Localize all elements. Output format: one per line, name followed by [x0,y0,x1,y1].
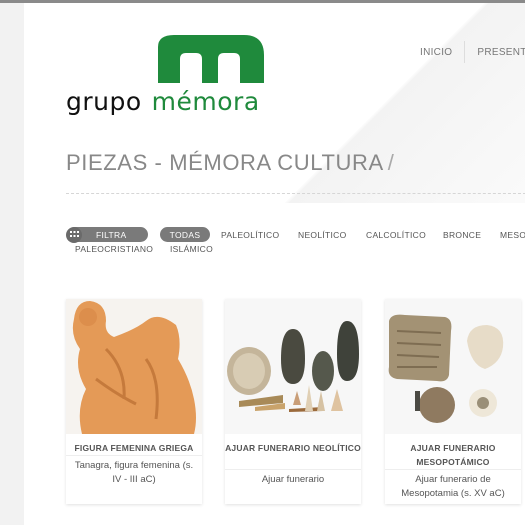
filtra-button[interactable]: FILTRA [66,226,148,243]
piece-image-ajuar-mesopotamico[interactable] [385,299,521,434]
filter-islamico[interactable]: ISLÁMICO [170,244,213,254]
piece-name[interactable]: FIGURA FEMENINA GRIEGA [66,441,202,455]
piece-image-ajuar-neolitico[interactable] [225,299,361,434]
page-title: PIEZAS - MÉMORA CULTURA / [66,150,394,176]
page-title-text: PIEZAS - MÉMORA CULTURA [66,150,384,175]
filter-paleolitico[interactable]: PALEOLÍTICO [221,230,279,240]
piece-description: Ajuar funerario [261,474,325,485]
piece-card[interactable]: AJUAR FUNERARIO MESOPOTÁMICO Ajuar funer… [385,299,521,504]
nav-presentacion[interactable]: PRESENTA [477,47,525,58]
title-separator: / [387,150,395,175]
filter-todas[interactable]: TODAS [160,227,210,242]
logo-word-memora: mémora [151,87,260,116]
card-divider [225,469,361,470]
filter-meso[interactable]: MESO [500,230,525,240]
nav-divider [464,41,466,63]
filtra-label: FILTRA [96,229,127,240]
grid-icon [66,226,82,243]
page: grupo mémora INICIO PRESENTA PIEZAS - MÉM… [24,3,525,525]
filter-bronce[interactable]: BRONCE [443,230,481,240]
piece-description: Ajuar funerario de Mesopotamia (s. XV aC… [401,474,505,499]
piece-card[interactable]: FIGURA FEMENINA GRIEGA Tanagra, figura f… [66,299,202,504]
filter-paleocristiano[interactable]: PALEOCRISTIANO [75,244,153,254]
filter-calcolitico[interactable]: CALCOLÍTICO [366,230,426,240]
card-divider [66,455,202,456]
main-nav: INICIO PRESENTA [420,41,525,63]
logo-text: grupo mémora [66,87,260,116]
logo-m-mark [158,35,264,83]
logo-word-grupo: grupo [66,87,142,116]
piece-name[interactable]: AJUAR FUNERARIO NEOLÍTICO [225,441,361,455]
piece-description: Tanagra, figura femenina (s. IV - III aC… [74,460,194,485]
card-divider [385,469,521,470]
title-divider [66,193,525,194]
piece-card[interactable]: AJUAR FUNERARIO NEOLÍTICO Ajuar funerari… [225,299,361,504]
piece-name[interactable]: AJUAR FUNERARIO MESOPOTÁMICO [385,441,521,469]
logo[interactable]: grupo mémora [66,33,276,118]
nav-inicio[interactable]: INICIO [420,47,452,58]
filter-neolitico[interactable]: NEOLÍTICO [298,230,347,240]
piece-image-figura-femenina[interactable] [66,299,202,434]
